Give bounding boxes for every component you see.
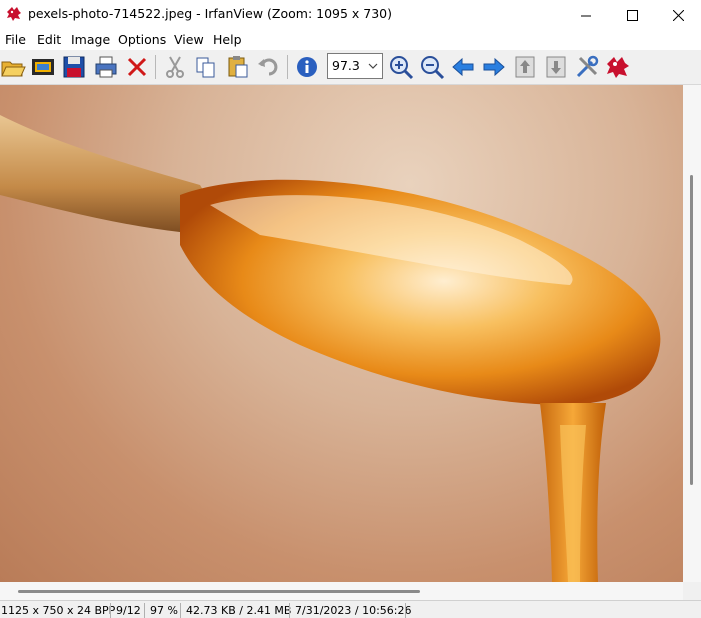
print-icon [95, 56, 117, 78]
undo-button[interactable] [256, 54, 282, 80]
image-canvas[interactable] [0, 85, 683, 582]
menu-view[interactable]: View [174, 32, 204, 47]
vertical-scroll-thumb[interactable] [690, 175, 693, 485]
status-filesize: 42.73 KB / 2.41 MB [186, 604, 292, 617]
minimize-button[interactable] [563, 0, 609, 30]
save-button[interactable] [61, 54, 87, 80]
last-file-icon [546, 56, 566, 78]
status-divider [405, 603, 406, 618]
cut-button[interactable] [162, 54, 188, 80]
zoom-combobox[interactable]: 97.3 [327, 53, 383, 79]
toolbar-separator [287, 55, 288, 79]
toolbar-separator [155, 55, 156, 79]
paste-button[interactable] [225, 54, 251, 80]
menu-help[interactable]: Help [213, 32, 242, 47]
print-button[interactable] [93, 54, 119, 80]
properties-button[interactable] [574, 54, 600, 80]
title-bar: pexels-photo-714522.jpeg - IrfanView (Zo… [0, 0, 701, 30]
vertical-scrollbar[interactable] [683, 85, 701, 582]
open-folder-icon [1, 61, 26, 77]
status-dimensions: 1125 x 750 x 24 BPP [1, 604, 116, 617]
next-button[interactable] [481, 54, 507, 80]
maximize-button[interactable] [609, 0, 655, 30]
copy-icon [196, 57, 215, 78]
window-title: pexels-photo-714522.jpeg - IrfanView (Zo… [28, 6, 393, 21]
info-icon [297, 57, 317, 77]
zoom-in-icon [390, 56, 414, 80]
menu-bar: File Edit Image Options View Help [0, 30, 701, 50]
menu-options[interactable]: Options [118, 32, 166, 47]
paste-icon [228, 56, 248, 78]
cut-icon [166, 56, 184, 78]
chevron-down-icon[interactable] [366, 58, 380, 74]
last-file-button[interactable] [543, 54, 569, 80]
slideshow-icon [32, 59, 54, 75]
status-divider [289, 603, 290, 618]
status-divider [110, 603, 111, 618]
info-button[interactable] [294, 54, 320, 80]
previous-icon [452, 57, 474, 77]
maximize-icon [626, 9, 638, 21]
copy-button[interactable] [193, 54, 219, 80]
open-button[interactable] [0, 54, 26, 80]
irfanview-logo-icon [607, 57, 629, 78]
first-file-icon [515, 56, 535, 78]
zoom-in-button[interactable] [388, 54, 414, 80]
delete-icon [127, 57, 147, 77]
status-index: 9/12 [116, 604, 141, 617]
honey-spoon-photo [0, 115, 661, 582]
menu-edit[interactable]: Edit [37, 32, 61, 47]
status-bar: 1125 x 750 x 24 BPP 9/12 97 % 42.73 KB /… [0, 600, 701, 618]
slideshow-button[interactable] [30, 54, 56, 80]
zoom-out-button[interactable] [419, 54, 445, 80]
menu-image[interactable]: Image [71, 32, 110, 47]
close-button[interactable] [655, 0, 701, 30]
zoom-out-icon [421, 56, 445, 80]
status-zoom: 97 % [150, 604, 178, 617]
properties-icon [576, 55, 599, 78]
horizontal-scrollbar[interactable] [0, 582, 683, 600]
horizontal-scroll-thumb[interactable] [18, 590, 420, 593]
minimize-icon [580, 15, 591, 16]
save-icon [63, 56, 85, 78]
status-divider [144, 603, 145, 618]
about-button[interactable] [605, 54, 631, 80]
zoom-value: 97.3 [332, 58, 360, 73]
scrollbar-corner [683, 582, 701, 600]
previous-button[interactable] [450, 54, 476, 80]
status-divider [180, 603, 181, 618]
status-datetime: 7/31/2023 / 10:56:26 [295, 604, 412, 617]
close-icon [672, 9, 684, 21]
next-icon [483, 57, 505, 77]
first-file-button[interactable] [512, 54, 538, 80]
menu-file[interactable]: File [5, 32, 26, 47]
delete-button[interactable] [124, 54, 150, 80]
irfanview-icon [6, 6, 22, 22]
undo-icon [258, 58, 278, 76]
toolbar: 97.3 [0, 50, 701, 85]
